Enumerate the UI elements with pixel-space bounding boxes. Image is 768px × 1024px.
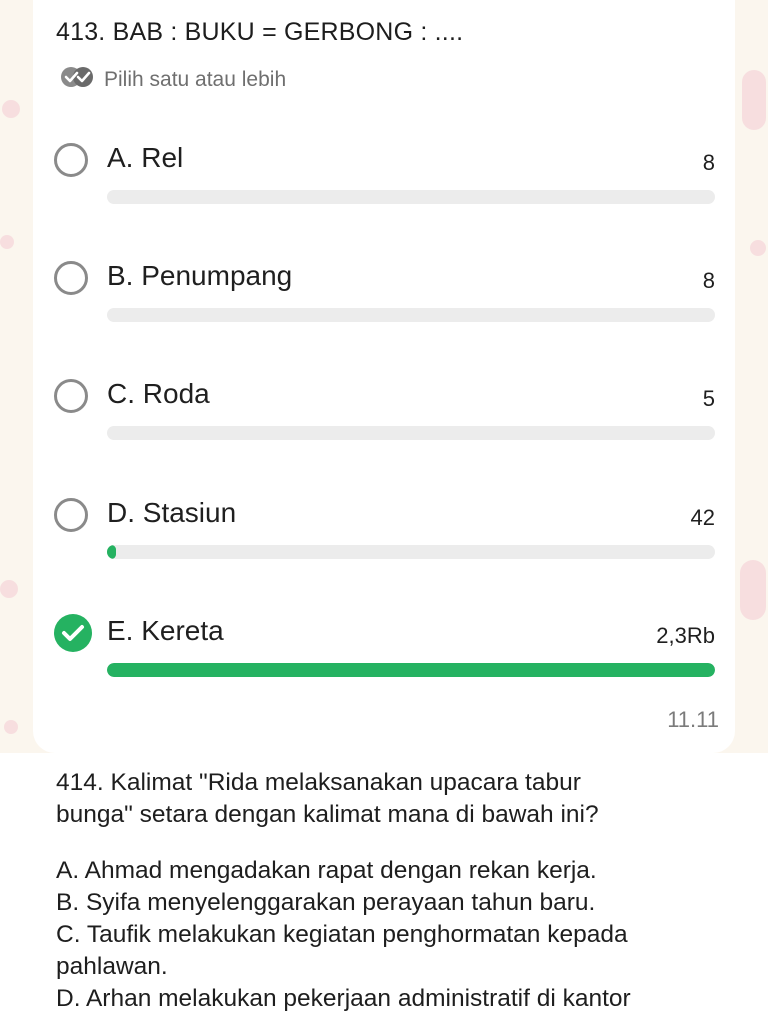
answer-choice-a: A. Ahmad mengadakan rapat dengan rekan k… bbox=[56, 857, 597, 884]
bg-flower-decoration bbox=[740, 560, 766, 620]
option-label: C. Roda bbox=[107, 378, 210, 409]
radio-unchecked-icon[interactable] bbox=[54, 261, 88, 295]
radio-unchecked-icon[interactable] bbox=[54, 379, 88, 413]
bg-flower-decoration bbox=[742, 70, 766, 130]
question-text-line: 414. Kalimat "Rida melaksanakan upacara … bbox=[56, 769, 581, 796]
answer-choice-c-continued: pahlawan. bbox=[56, 953, 168, 980]
double-check-icon bbox=[60, 66, 94, 93]
bg-flower-decoration bbox=[2, 100, 20, 118]
poll-hint: Pilih satu atau lebih bbox=[60, 66, 286, 93]
poll-option-e[interactable]: E. Kereta 2,3Rb bbox=[33, 607, 735, 707]
poll-option-d[interactable]: D. Stasiun 42 bbox=[33, 489, 735, 589]
vote-count: 5 bbox=[702, 386, 715, 411]
bg-flower-decoration bbox=[0, 235, 14, 249]
next-question-message: 414. Kalimat "Rida melaksanakan upacara … bbox=[0, 753, 768, 1024]
vote-count: 2,3Rb bbox=[656, 623, 715, 648]
option-label: E. Kereta bbox=[107, 615, 224, 646]
vote-count: 42 bbox=[690, 505, 715, 530]
answer-choice-c: C. Taufik melakukan kegiatan penghormata… bbox=[56, 921, 628, 948]
bg-flower-decoration bbox=[750, 240, 766, 256]
poll-option-a[interactable]: A. Rel 8 bbox=[33, 134, 735, 234]
poll-question: 413. BAB : BUKU = GERBONG : .... bbox=[56, 18, 464, 46]
vote-bar bbox=[107, 308, 715, 322]
poll-option-c[interactable]: C. Roda 5 bbox=[33, 370, 735, 470]
bg-flower-decoration bbox=[4, 720, 18, 734]
radio-unchecked-icon[interactable] bbox=[54, 143, 88, 177]
option-label: D. Stasiun bbox=[107, 497, 237, 528]
vote-bar bbox=[107, 545, 715, 559]
option-label: B. Penumpang bbox=[107, 260, 293, 291]
option-label: A. Rel bbox=[107, 142, 184, 173]
question-text-line: bunga" setara dengan kalimat mana di baw… bbox=[56, 801, 599, 828]
vote-bar bbox=[107, 426, 715, 440]
answer-choice-d: D. Arhan melakukan pekerjaan administrat… bbox=[56, 985, 631, 1012]
bg-flower-decoration bbox=[0, 580, 18, 598]
vote-bar-fill bbox=[107, 663, 715, 677]
vote-count: 8 bbox=[702, 268, 715, 293]
message-timestamp: 11.11 bbox=[667, 707, 719, 732]
checkmark-icon[interactable] bbox=[54, 614, 92, 652]
poll-hint-text: Pilih satu atau lebih bbox=[104, 67, 287, 91]
answer-choice-b: B. Syifa menyelenggarakan perayaan tahun… bbox=[56, 889, 596, 916]
vote-count: 8 bbox=[702, 150, 715, 175]
poll-option-b[interactable]: B. Penumpang 8 bbox=[33, 252, 735, 352]
poll-card: 413. BAB : BUKU = GERBONG : .... Pilih s… bbox=[33, 0, 735, 753]
vote-bar bbox=[107, 663, 715, 677]
radio-unchecked-icon[interactable] bbox=[54, 498, 88, 532]
vote-bar bbox=[107, 190, 715, 204]
vote-bar-fill bbox=[107, 545, 117, 559]
